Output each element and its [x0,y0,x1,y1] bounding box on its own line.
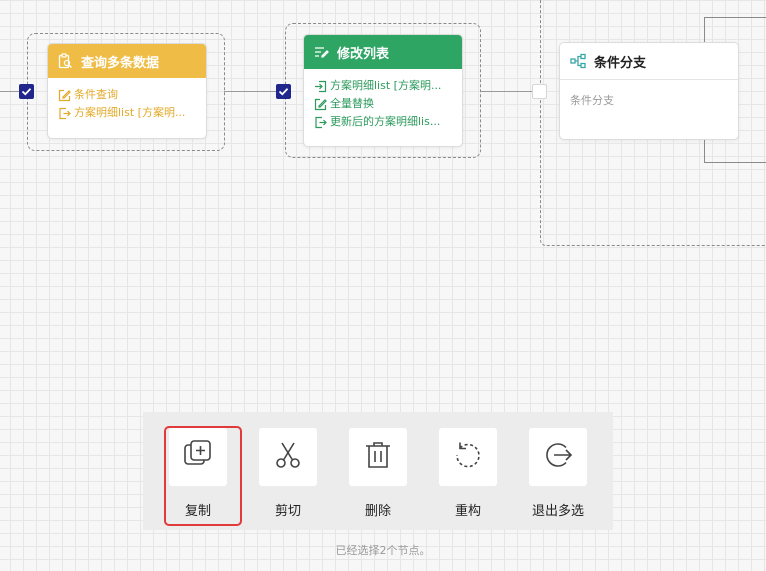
node-header: 条件分支 [560,43,738,80]
tool-label: 剪切 [274,504,301,519]
branch-line [704,162,766,163]
node-param-row: 方案明细list [方案明... [314,77,454,95]
node-description: 条件分支 [570,94,614,107]
connector-line [480,91,540,92]
node-title: 修改列表 [337,46,390,62]
node-port[interactable] [532,84,547,99]
delete-button[interactable]: 删除 [348,428,408,528]
cut-button[interactable]: 剪切 [258,428,318,528]
query-node[interactable]: 查询多条数据 条件查询 方案明细list [方案明... [47,43,207,139]
edit-icon [58,89,71,102]
clipboard-search-icon [57,53,73,69]
node-param-row: 方案明细list [方案明... [58,104,198,122]
selection-status: 已经选择2个节点。 [335,544,431,557]
refactor-button[interactable]: 重构 [438,428,498,528]
node-checkbox[interactable] [19,84,34,99]
node-header: 修改列表 [304,35,462,69]
node-checkbox[interactable] [276,84,291,99]
node-title: 查询多条数据 [81,55,160,71]
import-icon [314,80,327,93]
branch-line [704,17,766,18]
tool-label: 重构 [454,504,481,519]
condition-branch-node[interactable]: 条件分支 条件分支 [559,42,739,140]
trash-icon [362,439,394,475]
export-icon [314,116,327,129]
branch-icon [570,53,586,69]
rotate-icon [452,439,484,475]
node-header: 查询多条数据 [48,44,206,78]
export-icon [58,107,71,120]
exit-icon [542,439,574,475]
scissors-icon [272,439,304,475]
list-edit-icon [313,44,329,60]
node-param-row: 更新后的方案明细lis... [314,113,454,131]
modify-node[interactable]: 修改列表 方案明细list [方案明... 全量替换 更新后的方案明细lis..… [303,34,463,147]
node-title: 条件分支 [594,55,647,71]
edit-icon [314,98,327,111]
node-param-row: 条件查询 [58,86,198,104]
node-param-row: 全量替换 [314,95,454,113]
tool-label: 删除 [364,504,391,519]
exit-multiselect-button[interactable]: 退出多选 [528,428,588,528]
tool-label: 退出多选 [531,504,584,519]
selected-tool-highlight [164,426,242,526]
